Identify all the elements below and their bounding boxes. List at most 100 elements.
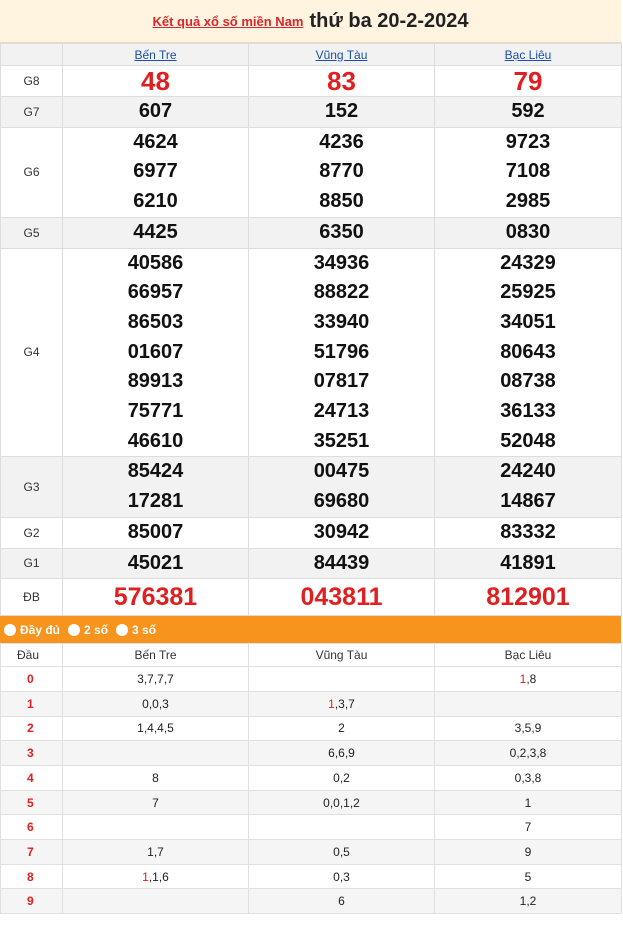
tail-digits: ,1,6 — [148, 869, 169, 884]
prize-number: 607 — [138, 100, 173, 122]
prize-cell: 85424 17281 — [62, 456, 249, 518]
prize-number: 08738 — [500, 370, 556, 393]
prize-row-g3: G3 85424 17281 00475 69680 24240 14867 — [0, 456, 622, 518]
prize-number: 17281 — [127, 490, 184, 513]
head-digit-row: 7 1,7 0,5 9 — [0, 839, 622, 865]
radio-icon[interactable] — [68, 623, 81, 636]
head-digit-cell: 0,3 — [248, 863, 435, 890]
prize-number: 34936 — [313, 251, 370, 274]
head-digit-cell — [62, 814, 249, 841]
head-digit-cell: 8 — [62, 765, 249, 791]
tail-digits: 0,3 — [333, 869, 350, 884]
prize-label: G7 — [0, 96, 63, 128]
prize-number: 152 — [324, 100, 359, 122]
head-digit-cell: 0,0,1,2 — [248, 789, 435, 816]
tail-digits: 1 — [524, 795, 532, 810]
prize-number: 2985 — [505, 190, 551, 213]
tail-digits: 6 — [338, 894, 345, 909]
tail-digits: ,8 — [526, 672, 537, 687]
prize-number: 83 — [327, 66, 356, 96]
province-link-vung-tau[interactable]: Vũng Tàu — [316, 48, 368, 62]
head-digit-row: 2 1,4,4,5 2 3,5,9 — [0, 715, 622, 742]
head-digit-cell — [248, 814, 435, 841]
prize-label: G4 — [0, 247, 63, 458]
tail-digits: 5 — [524, 869, 532, 884]
head-digit-cell: 5 — [434, 863, 622, 890]
head-digit-province: Vũng Tàu — [248, 643, 435, 668]
head-digit-key: 2 — [0, 715, 63, 742]
prize-cell: 00475 69680 — [248, 456, 435, 518]
head-digit-key: 1 — [0, 690, 63, 717]
tail-digits: 7 — [524, 820, 532, 835]
tab-3-digits[interactable]: 3 số — [116, 623, 156, 637]
prize-cell: 45021 — [62, 547, 249, 580]
title-link[interactable]: Kết quả xổ số miền Nam — [153, 14, 304, 29]
prize-number: 45021 — [127, 551, 184, 574]
prize-number: 4236 — [319, 130, 364, 153]
prize-number: 41891 — [500, 551, 556, 574]
head-digit-cell: 0,0,3 — [62, 690, 249, 717]
tab-full[interactable]: Đầy đủ — [4, 623, 60, 637]
prize-cell: 6350 — [248, 216, 435, 249]
prize-number: 69680 — [313, 490, 370, 513]
prize-number: 80643 — [500, 340, 556, 363]
prize-cell: 30942 — [248, 516, 435, 549]
head-digit-key: 9 — [0, 888, 63, 915]
prize-cell: 24329 25925 34051 80643 08738 36133 52048 — [434, 247, 622, 458]
prize-cell: 48 — [62, 65, 249, 97]
head-digit-key: 0 — [0, 666, 63, 692]
head-digit-label: Đầu — [0, 643, 63, 668]
prize-cell: 84439 — [248, 547, 435, 580]
results-page: Kết quả xổ số miền Nam thứ ba 20-2-2024 … — [0, 0, 622, 915]
prize-number: 79 — [513, 66, 543, 96]
head-digit-cell: 0,5 — [248, 839, 435, 865]
special-digit: 1 — [328, 696, 335, 711]
tail-digits: 9 — [524, 844, 532, 859]
title-bar: Kết quả xổ số miền Nam thứ ba 20-2-2024 — [0, 0, 621, 43]
prize-number: 83332 — [500, 520, 556, 543]
prize-number: 24713 — [313, 400, 370, 423]
prize-number: 33940 — [313, 310, 370, 333]
province-link-ben-tre[interactable]: Bến Tre — [134, 48, 176, 62]
radio-icon[interactable] — [116, 623, 129, 636]
prize-label: ĐB — [0, 578, 63, 617]
head-digit-cell: 7 — [434, 814, 622, 841]
prize-number: 35251 — [313, 429, 370, 452]
tail-digits: 2 — [338, 721, 345, 736]
tail-digits: 3,7,7,7 — [137, 672, 174, 687]
tab-2-digits[interactable]: 2 số — [68, 623, 108, 637]
tail-digits: 1,4,4,5 — [137, 721, 174, 736]
prize-row-g4: G4 40586 66957 86503 01607 89913 75771 46610 349… — [0, 247, 622, 458]
radio-icon[interactable] — [4, 623, 16, 636]
tail-digits: 0,0,1,2 — [323, 795, 360, 810]
head-digit-cell: 2 — [248, 715, 435, 742]
header-empty-cell — [0, 43, 63, 66]
prize-number: 592 — [511, 100, 545, 122]
prize-row-g6: G6 4624 6977 6210 4236 8770 8850 9723 7108 2985 — [0, 126, 622, 218]
prize-cell: 83332 — [434, 516, 622, 549]
head-digit-row: 67 — [0, 814, 622, 841]
province-link-bac-lieu[interactable]: Bạc Liêu — [505, 48, 552, 62]
prize-cell: 24240 14867 — [434, 456, 622, 518]
prize-number: 4425 — [133, 220, 178, 243]
prize-number: 576381 — [113, 583, 198, 612]
prize-cell: 4624 6977 6210 — [62, 126, 249, 218]
prize-label: G2 — [0, 516, 63, 549]
prize-cell: 34936 88822 33940 51796 07817 24713 35251 — [248, 247, 435, 458]
prize-number: 34051 — [500, 310, 556, 333]
head-digit-table: Đầu Bến Tre Vũng Tàu Bạc Liêu 0 3,7,7,7 1,… — [0, 643, 622, 915]
head-digit-cell: 1 — [434, 789, 622, 816]
head-digit-cell: 1,2 — [434, 888, 622, 915]
head-digit-cell: 3,7,7,7 — [62, 666, 249, 692]
prize-number: 75771 — [127, 400, 184, 423]
prize-number: 6210 — [133, 190, 178, 213]
prize-number: 24240 — [500, 460, 556, 483]
prize-row-g5: G5 4425 6350 0830 — [0, 216, 622, 249]
prize-number: 812901 — [486, 583, 570, 612]
prize-row-g1: G1 45021 84439 41891 — [0, 547, 622, 580]
tail-digits: 0,3,8 — [514, 770, 542, 785]
prize-cell: 4425 — [62, 216, 249, 249]
tail-digits: 1,2 — [519, 894, 537, 909]
head-digit-row: 8 1,1,6 0,3 5 — [0, 863, 622, 890]
prize-number: 00475 — [313, 460, 370, 483]
